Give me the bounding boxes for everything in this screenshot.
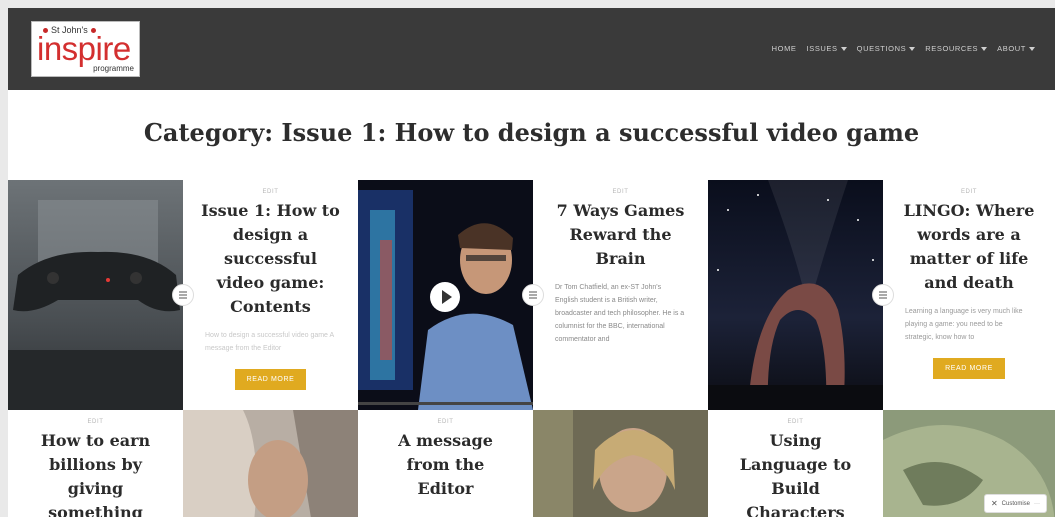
edit-link[interactable]: EDIT	[8, 419, 183, 425]
site-logo[interactable]: St John's inspire programme	[31, 21, 140, 77]
post-card-lingo: EDIT LINGO: Where words are a matter of …	[883, 180, 1055, 410]
edit-link[interactable]: EDIT	[533, 189, 708, 195]
caret-down-icon	[981, 47, 988, 52]
edit-link[interactable]: EDIT	[183, 189, 358, 195]
site-header: St John's inspire programme HOME ISSUES …	[8, 8, 1055, 90]
post-image-hand[interactable]	[183, 410, 358, 517]
edit-link[interactable]: EDIT	[708, 419, 883, 425]
post-excerpt: Learning a language is very much like pl…	[905, 308, 1023, 341]
play-icon[interactable]	[430, 282, 460, 312]
nav-questions[interactable]: QUESTIONS	[857, 44, 916, 53]
post-image-speaker[interactable]	[358, 180, 533, 410]
post-card-using-language: EDIT Using Language to Build Characters	[708, 410, 883, 517]
post-image-night-sky[interactable]	[708, 180, 883, 410]
more-icon: ···	[1034, 500, 1040, 507]
post-title[interactable]: A message from the Editor	[388, 429, 503, 501]
post-image-woman[interactable]	[533, 410, 708, 517]
post-excerpt: Dr Tom Chatfield, an ex-ST John's Englis…	[555, 284, 685, 343]
page: St John's inspire programme HOME ISSUES …	[8, 8, 1055, 517]
post-title[interactable]: 7 Ways Games Reward the Brain	[549, 199, 692, 271]
post-card-contents: EDIT Issue 1: How to design a successful…	[183, 180, 358, 410]
logo-main-text: inspire	[37, 30, 131, 67]
post-card-editor: EDIT A message from the Editor	[358, 410, 533, 517]
post-title[interactable]: How to earn billions by giving something	[32, 429, 159, 517]
caret-down-icon	[1029, 47, 1035, 52]
nav-home[interactable]: HOME	[772, 44, 797, 53]
main-nav: HOME ISSUES QUESTIONS RESOURCES ABOUT	[772, 44, 1035, 53]
customise-button[interactable]: ✕ Customise ···	[983, 494, 1047, 513]
post-excerpt: How to design a successful video game A …	[205, 332, 334, 352]
post-title[interactable]: Issue 1: How to design a successful vide…	[199, 199, 342, 319]
post-card-7-ways: EDIT 7 Ways Games Reward the Brain Dr To…	[533, 180, 708, 410]
standard-format-icon	[172, 284, 194, 306]
nav-issues[interactable]: ISSUES	[807, 44, 847, 53]
edit-link[interactable]: EDIT	[358, 419, 533, 425]
post-image-gamepad[interactable]	[8, 180, 183, 410]
standard-format-icon	[522, 284, 544, 306]
post-title[interactable]: Using Language to Build Characters	[736, 429, 855, 517]
caret-down-icon	[840, 47, 847, 52]
read-more-button[interactable]: READ MORE	[234, 369, 307, 390]
post-card-earn-billions: EDIT How to earn billions by giving some…	[8, 410, 183, 517]
caret-down-icon	[909, 47, 916, 52]
page-title: Category: Issue 1: How to design a succe…	[143, 118, 920, 147]
standard-format-icon	[872, 284, 894, 306]
post-title[interactable]: LINGO: Where words are a matter of life …	[899, 199, 1039, 295]
logo-sub-text: programme	[93, 64, 134, 73]
edit-link[interactable]: EDIT	[883, 189, 1055, 195]
wrench-icon: ✕	[990, 499, 998, 508]
nav-resources[interactable]: RESOURCES	[925, 44, 988, 53]
read-more-button[interactable]: READ MORE	[933, 358, 1005, 379]
nav-about[interactable]: ABOUT	[997, 44, 1035, 53]
